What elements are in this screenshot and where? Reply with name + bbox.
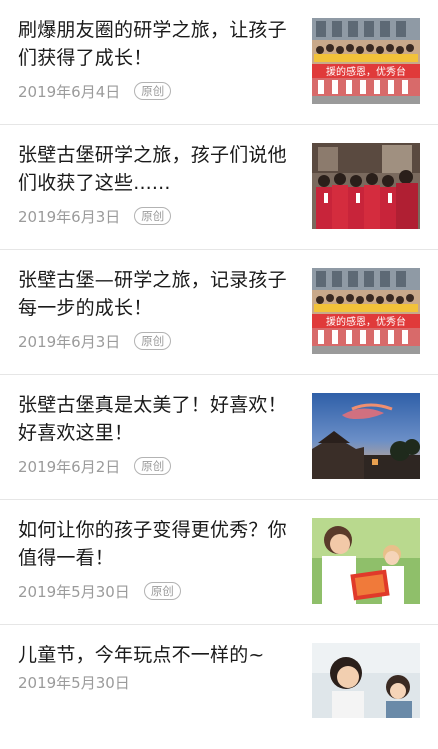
group-photo-banner-image: 援的感恩，优秀台 (312, 268, 420, 354)
article-item[interactable]: 如何让你的孩子变得更优秀？你值得一看！ 2019年5月30日 原创 (0, 500, 438, 624)
original-badge: 原创 (134, 82, 172, 100)
article-date: 2019年5月30日 (18, 582, 130, 601)
original-badge: 原创 (134, 207, 172, 225)
article-date: 2019年6月3日 (18, 207, 121, 226)
article-thumbnail[interactable] (312, 143, 420, 229)
group-photo-banner-image: 援的感恩，优秀台 (312, 18, 420, 104)
article-date: 2019年6月4日 (18, 82, 121, 101)
family-portrait-image (312, 643, 420, 718)
article-item[interactable]: 刷爆朋友圈的研学之旅，让孩子们获得了成长！ 2019年6月4日 原创 援的感恩，… (0, 0, 438, 124)
article-item[interactable]: 儿童节，今年玩点不一样的~ 2019年5月30日 (0, 625, 438, 749)
students-red-uniform-image (312, 143, 420, 229)
article-meta: 2019年5月30日 (18, 671, 130, 693)
article-date: 2019年6月3日 (18, 332, 121, 351)
article-title[interactable]: 张壁古堡—研学之旅，记录孩子每一步的成长！ (18, 266, 300, 322)
article-thumbnail[interactable] (312, 393, 420, 479)
article-meta: 2019年6月2日 原创 (18, 455, 172, 477)
article-date: 2019年5月30日 (18, 673, 130, 692)
article-item[interactable]: 张壁古堡真是太美了！好喜欢！好喜欢这里！ 2019年6月2日 原创 (0, 375, 438, 499)
article-thumbnail[interactable] (312, 518, 420, 604)
article-title[interactable]: 张壁古堡真是太美了！好喜欢！好喜欢这里！ (18, 391, 300, 447)
article-item[interactable]: 张壁古堡研学之旅，孩子们说他们收获了这些...... 2019年6月3日 原创 (0, 125, 438, 249)
original-badge: 原创 (134, 332, 172, 350)
castle-sunset-image (312, 393, 420, 479)
article-meta: 2019年5月30日 原创 (18, 580, 181, 602)
original-badge: 原创 (134, 457, 172, 475)
article-item[interactable]: 张壁古堡—研学之旅，记录孩子每一步的成长！ 2019年6月3日 原创 援的感恩，… (0, 250, 438, 374)
article-date: 2019年6月2日 (18, 457, 121, 476)
article-thumbnail[interactable]: 援的感恩，优秀台 (312, 268, 420, 354)
article-meta: 2019年6月4日 原创 (18, 80, 172, 102)
article-title[interactable]: 儿童节，今年玩点不一样的~ (18, 641, 300, 669)
article-thumbnail[interactable] (312, 643, 420, 718)
article-title[interactable]: 张壁古堡研学之旅，孩子们说他们收获了这些...... (18, 141, 300, 197)
article-meta: 2019年6月3日 原创 (18, 205, 172, 227)
article-title[interactable]: 刷爆朋友圈的研学之旅，让孩子们获得了成长！ (18, 16, 300, 72)
article-list: 刷爆朋友圈的研学之旅，让孩子们获得了成长！ 2019年6月4日 原创 援的感恩，… (0, 0, 438, 718)
svg-text:援的感恩，优秀台: 援的感恩，优秀台 (326, 65, 406, 78)
mother-reading-image (312, 518, 420, 604)
svg-text:援的感恩，优秀台: 援的感恩，优秀台 (326, 315, 406, 328)
article-title[interactable]: 如何让你的孩子变得更优秀？你值得一看！ (18, 516, 300, 572)
article-meta: 2019年6月3日 原创 (18, 330, 172, 352)
original-badge: 原创 (143, 582, 181, 600)
article-thumbnail[interactable]: 援的感恩，优秀台 (312, 18, 420, 104)
